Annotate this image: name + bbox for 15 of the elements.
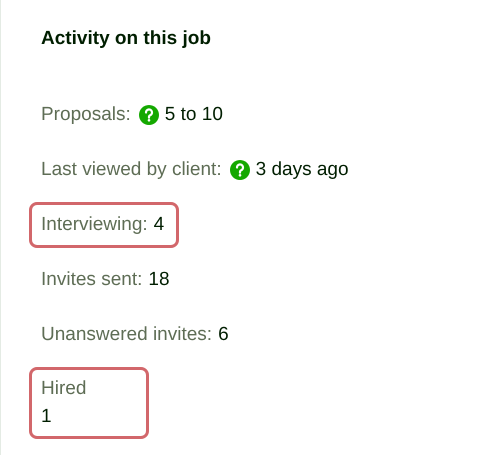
stat-value: 1 <box>41 405 52 429</box>
stat-value: 3 days ago <box>256 158 349 182</box>
help-icon[interactable] <box>230 160 250 180</box>
stat-label: Invites sent: <box>41 268 142 292</box>
stat-value: 18 <box>148 268 170 292</box>
stat-value: 6 <box>218 323 229 347</box>
stat-label: Last viewed by client: <box>41 158 222 182</box>
help-icon[interactable] <box>138 105 159 125</box>
stat-label: Interviewing: <box>41 213 148 237</box>
stat-label: Proposals: <box>41 103 131 127</box>
stat-value: 4 <box>154 213 164 237</box>
stat-value: 5 to 10 <box>164 103 223 127</box>
stat-label: Hired <box>41 377 86 401</box>
stat-label: Unanswered invites: <box>41 323 212 347</box>
section-title: Activity on this job <box>41 27 212 51</box>
